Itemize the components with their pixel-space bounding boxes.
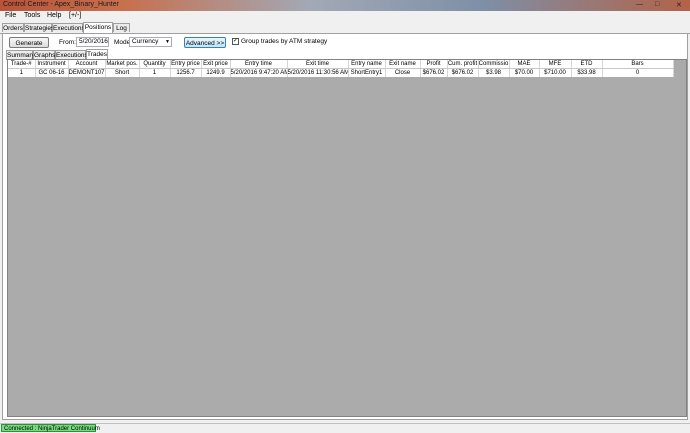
column-header[interactable]: Entry price	[170, 60, 202, 69]
group-trades-checkbox[interactable]: ✓	[232, 38, 239, 45]
table-cell: 1	[139, 68, 171, 77]
maximize-icon[interactable]: □	[655, 1, 659, 8]
table-cell: $3.98	[478, 68, 510, 77]
window-title: Control Center - Apex_Binary_Hunter	[3, 1, 119, 8]
menu-tools[interactable]: Tools	[24, 12, 40, 19]
column-header[interactable]: Cum. profit	[447, 60, 479, 69]
column-header[interactable]: Exit price	[201, 60, 231, 69]
table-cell: ShortEntry1	[348, 68, 386, 77]
tab-strategies[interactable]: Strategies	[24, 23, 54, 32]
tab-positions[interactable]: Positions	[83, 22, 113, 33]
table-cell: Close	[385, 68, 421, 77]
table-header-row: Trade-# Instrument Account Market pos. Q…	[8, 60, 674, 69]
column-header[interactable]: Trade-#	[8, 60, 36, 69]
mode-select[interactable]: Currency ▼	[129, 37, 172, 47]
column-header[interactable]: Profit	[420, 60, 448, 69]
from-date-field[interactable]: 5/20/2016	[76, 37, 109, 47]
from-label: From:	[59, 39, 76, 46]
table-row[interactable]: 1 GC 06-16 DEMONT107 Short 1 1256.7 1249…	[8, 68, 674, 77]
tab-orders[interactable]: Orders	[2, 23, 24, 32]
column-header[interactable]: Exit time	[287, 60, 349, 69]
generate-button[interactable]: Generate	[9, 37, 49, 48]
table-cell: $710.00	[539, 68, 572, 77]
column-header[interactable]: MAE	[509, 60, 540, 69]
mode-select-value: Currency	[132, 38, 159, 45]
table-cell: $676.02	[420, 68, 448, 77]
menu-bar: File Tools Help [+/-]	[0, 11, 690, 22]
column-header[interactable]: Market pos.	[105, 60, 140, 69]
tab-log[interactable]: Log	[113, 23, 130, 32]
table-cell: 5/20/2016 11:30:56 AM	[287, 68, 349, 77]
column-header[interactable]: Account	[68, 60, 106, 69]
table-cell: 1	[8, 68, 36, 77]
column-header[interactable]: Quantity	[139, 60, 171, 69]
table-cell: $33.98	[571, 68, 603, 77]
table-cell: $676.02	[447, 68, 479, 77]
tab-graphs[interactable]: Graphs	[33, 50, 55, 59]
title-bar: Control Center - Apex_Binary_Hunter — □ …	[0, 0, 690, 11]
tab-sub-executions[interactable]: Executions	[55, 50, 88, 59]
table-cell: 1249.9	[201, 68, 231, 77]
trades-grid: Trade-# Instrument Account Market pos. Q…	[7, 59, 687, 417]
menu-help[interactable]: Help	[47, 12, 61, 19]
connection-status: Connected : NinjaTrader Continuum	[1, 424, 100, 432]
table-cell: $70.00	[509, 68, 540, 77]
trades-table: Trade-# Instrument Account Market pos. Q…	[8, 60, 674, 77]
chevron-down-icon: ▼	[165, 39, 170, 45]
column-header[interactable]: Instrument	[35, 60, 69, 69]
column-header[interactable]: Bars	[602, 60, 674, 69]
column-header[interactable]: Commissio	[478, 60, 510, 69]
group-trades-label: Group trades by ATM strategy	[241, 38, 328, 45]
column-header[interactable]: Entry name	[348, 60, 386, 69]
menu-toggle[interactable]: [+/-]	[69, 12, 81, 19]
tab-summary[interactable]: Summary	[6, 50, 35, 59]
strategy-performance-panel: Generate From: 5/20/2016 Mode: Currency …	[2, 33, 688, 420]
table-cell: Short	[105, 68, 140, 77]
column-header[interactable]: Entry time	[230, 60, 288, 69]
advanced-button[interactable]: Advanced >>	[184, 37, 226, 48]
table-cell: GC 06-16	[35, 68, 69, 77]
column-header[interactable]: MFE	[539, 60, 572, 69]
column-header[interactable]: Exit name	[385, 60, 421, 69]
table-cell: DEMONT107	[68, 68, 106, 77]
table-cell: 1256.7	[170, 68, 202, 77]
table-cell: 5/20/2016 9:47:20 AM	[230, 68, 288, 77]
column-header[interactable]: ETD	[571, 60, 603, 69]
minimize-icon[interactable]: —	[636, 1, 643, 8]
close-icon[interactable]: ✕	[676, 1, 682, 9]
table-cell: 0	[602, 68, 674, 77]
menu-file[interactable]: File	[5, 12, 16, 19]
tab-executions[interactable]: Executions	[52, 23, 85, 32]
